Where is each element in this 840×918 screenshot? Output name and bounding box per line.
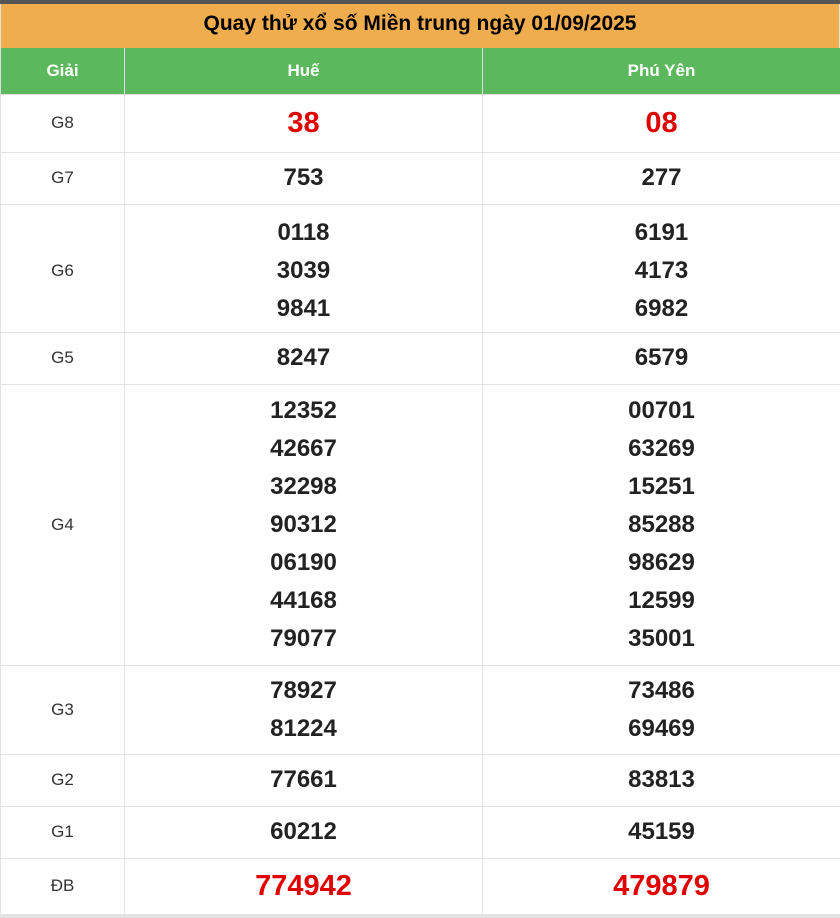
result-number: 12599 [628, 586, 695, 614]
result-number: 06190 [270, 548, 337, 576]
cell-hue-g7: 753 [124, 151, 483, 205]
result-number: 45159 [628, 818, 695, 845]
cell-hue-g5: 8247 [124, 331, 483, 385]
result-number: 73486 [628, 676, 695, 704]
result-number: 35001 [628, 624, 695, 652]
result-number: 38 [287, 107, 320, 139]
result-number: 6191 [634, 218, 689, 246]
result-number: 69469 [628, 714, 695, 742]
table-row-g4: G4 12352 42667 32298 90312 06190 44168 79077 007… [0, 383, 840, 666]
cell-phuyen-g5: 6579 [482, 331, 840, 385]
result-number: 15251 [628, 472, 695, 500]
page-title: Quay thử xổ số Miền trung ngày 01/09/202… [0, 4, 840, 48]
column-header-hue: Huế [124, 48, 483, 94]
cell-hue-g4: 12352 42667 32298 90312 06190 44168 79077 [124, 383, 483, 666]
prize-label: G7 [0, 151, 125, 205]
result-number: 63269 [628, 434, 695, 462]
cell-hue-g1: 60212 [124, 805, 483, 859]
table-header-row: Giải Huế Phú Yên [0, 48, 840, 94]
table-row-g5: G5 8247 6579 [0, 331, 840, 385]
cell-phuyen-g6: 6191 4173 6982 [482, 203, 840, 333]
prize-label: ĐB [0, 857, 125, 915]
result-number: 0118 [277, 218, 330, 246]
result-number: 9841 [276, 294, 331, 322]
result-number: 774942 [255, 870, 352, 902]
result-number: 44168 [270, 586, 337, 614]
result-number: 6982 [634, 294, 689, 322]
result-number: 81224 [270, 714, 337, 742]
result-number: 08 [645, 107, 678, 139]
result-number: 4173 [634, 256, 689, 284]
prize-label: G8 [0, 93, 125, 153]
column-header-prize: Giải [0, 48, 125, 94]
table-row-g3: G3 78927 81224 73486 69469 [0, 664, 840, 755]
prize-label: G3 [0, 664, 125, 755]
result-number: 00701 [628, 396, 695, 424]
table-row-g6: G6 0118 3039 9841 6191 4173 6982 [0, 203, 840, 333]
result-number: 77661 [270, 766, 337, 793]
table-row-g8: G8 38 08 [0, 93, 840, 153]
bottom-border [0, 914, 840, 918]
result-number: 12352 [270, 396, 337, 424]
results-table: Giải Huế Phú Yên G8 38 08 G7 753 277 G6 0118 303… [0, 48, 840, 915]
result-number: 32298 [270, 472, 337, 500]
cell-phuyen-g8: 08 [482, 93, 840, 153]
result-number: 42667 [270, 434, 337, 462]
cell-phuyen-g2: 83813 [482, 753, 840, 807]
cell-phuyen-g7: 277 [482, 151, 840, 205]
cell-phuyen-g3: 73486 69469 [482, 664, 840, 755]
prize-label: G5 [0, 331, 125, 385]
cell-hue-g3: 78927 81224 [124, 664, 483, 755]
table-row-g2: G2 77661 83813 [0, 753, 840, 807]
table-row-db: ĐB 774942 479879 [0, 857, 840, 915]
result-number: 6579 [634, 344, 689, 371]
result-number: 479879 [613, 870, 710, 902]
prize-label: G4 [0, 383, 125, 666]
result-number: 60212 [270, 818, 337, 845]
prize-label: G1 [0, 805, 125, 859]
cell-hue-db: 774942 [124, 857, 483, 915]
table-row-g7: G7 753 277 [0, 151, 840, 205]
cell-hue-g6: 0118 3039 9841 [124, 203, 483, 333]
cell-phuyen-g1: 45159 [482, 805, 840, 859]
result-number: 85288 [628, 510, 695, 538]
result-number: 83813 [628, 766, 695, 793]
cell-phuyen-g4: 00701 63269 15251 85288 98629 12599 35001 [482, 383, 840, 666]
table-row-g1: G1 60212 45159 [0, 805, 840, 859]
result-number: 79077 [270, 624, 337, 652]
column-header-phu-yen: Phú Yên [482, 48, 840, 94]
result-number: 98629 [628, 548, 695, 576]
cell-hue-g2: 77661 [124, 753, 483, 807]
prize-label: G6 [0, 203, 125, 333]
prize-label: G2 [0, 753, 125, 807]
cell-phuyen-db: 479879 [482, 857, 840, 915]
result-number: 3039 [276, 256, 331, 284]
cell-hue-g8: 38 [124, 93, 483, 153]
result-number: 277 [641, 164, 682, 191]
result-number: 8247 [276, 344, 331, 371]
result-number: 78927 [270, 676, 337, 704]
result-number: 753 [283, 164, 324, 191]
result-number: 90312 [270, 510, 337, 538]
results-body: G8 38 08 G7 753 277 G6 0118 3039 9841 6191 4173 6982… [0, 93, 840, 915]
